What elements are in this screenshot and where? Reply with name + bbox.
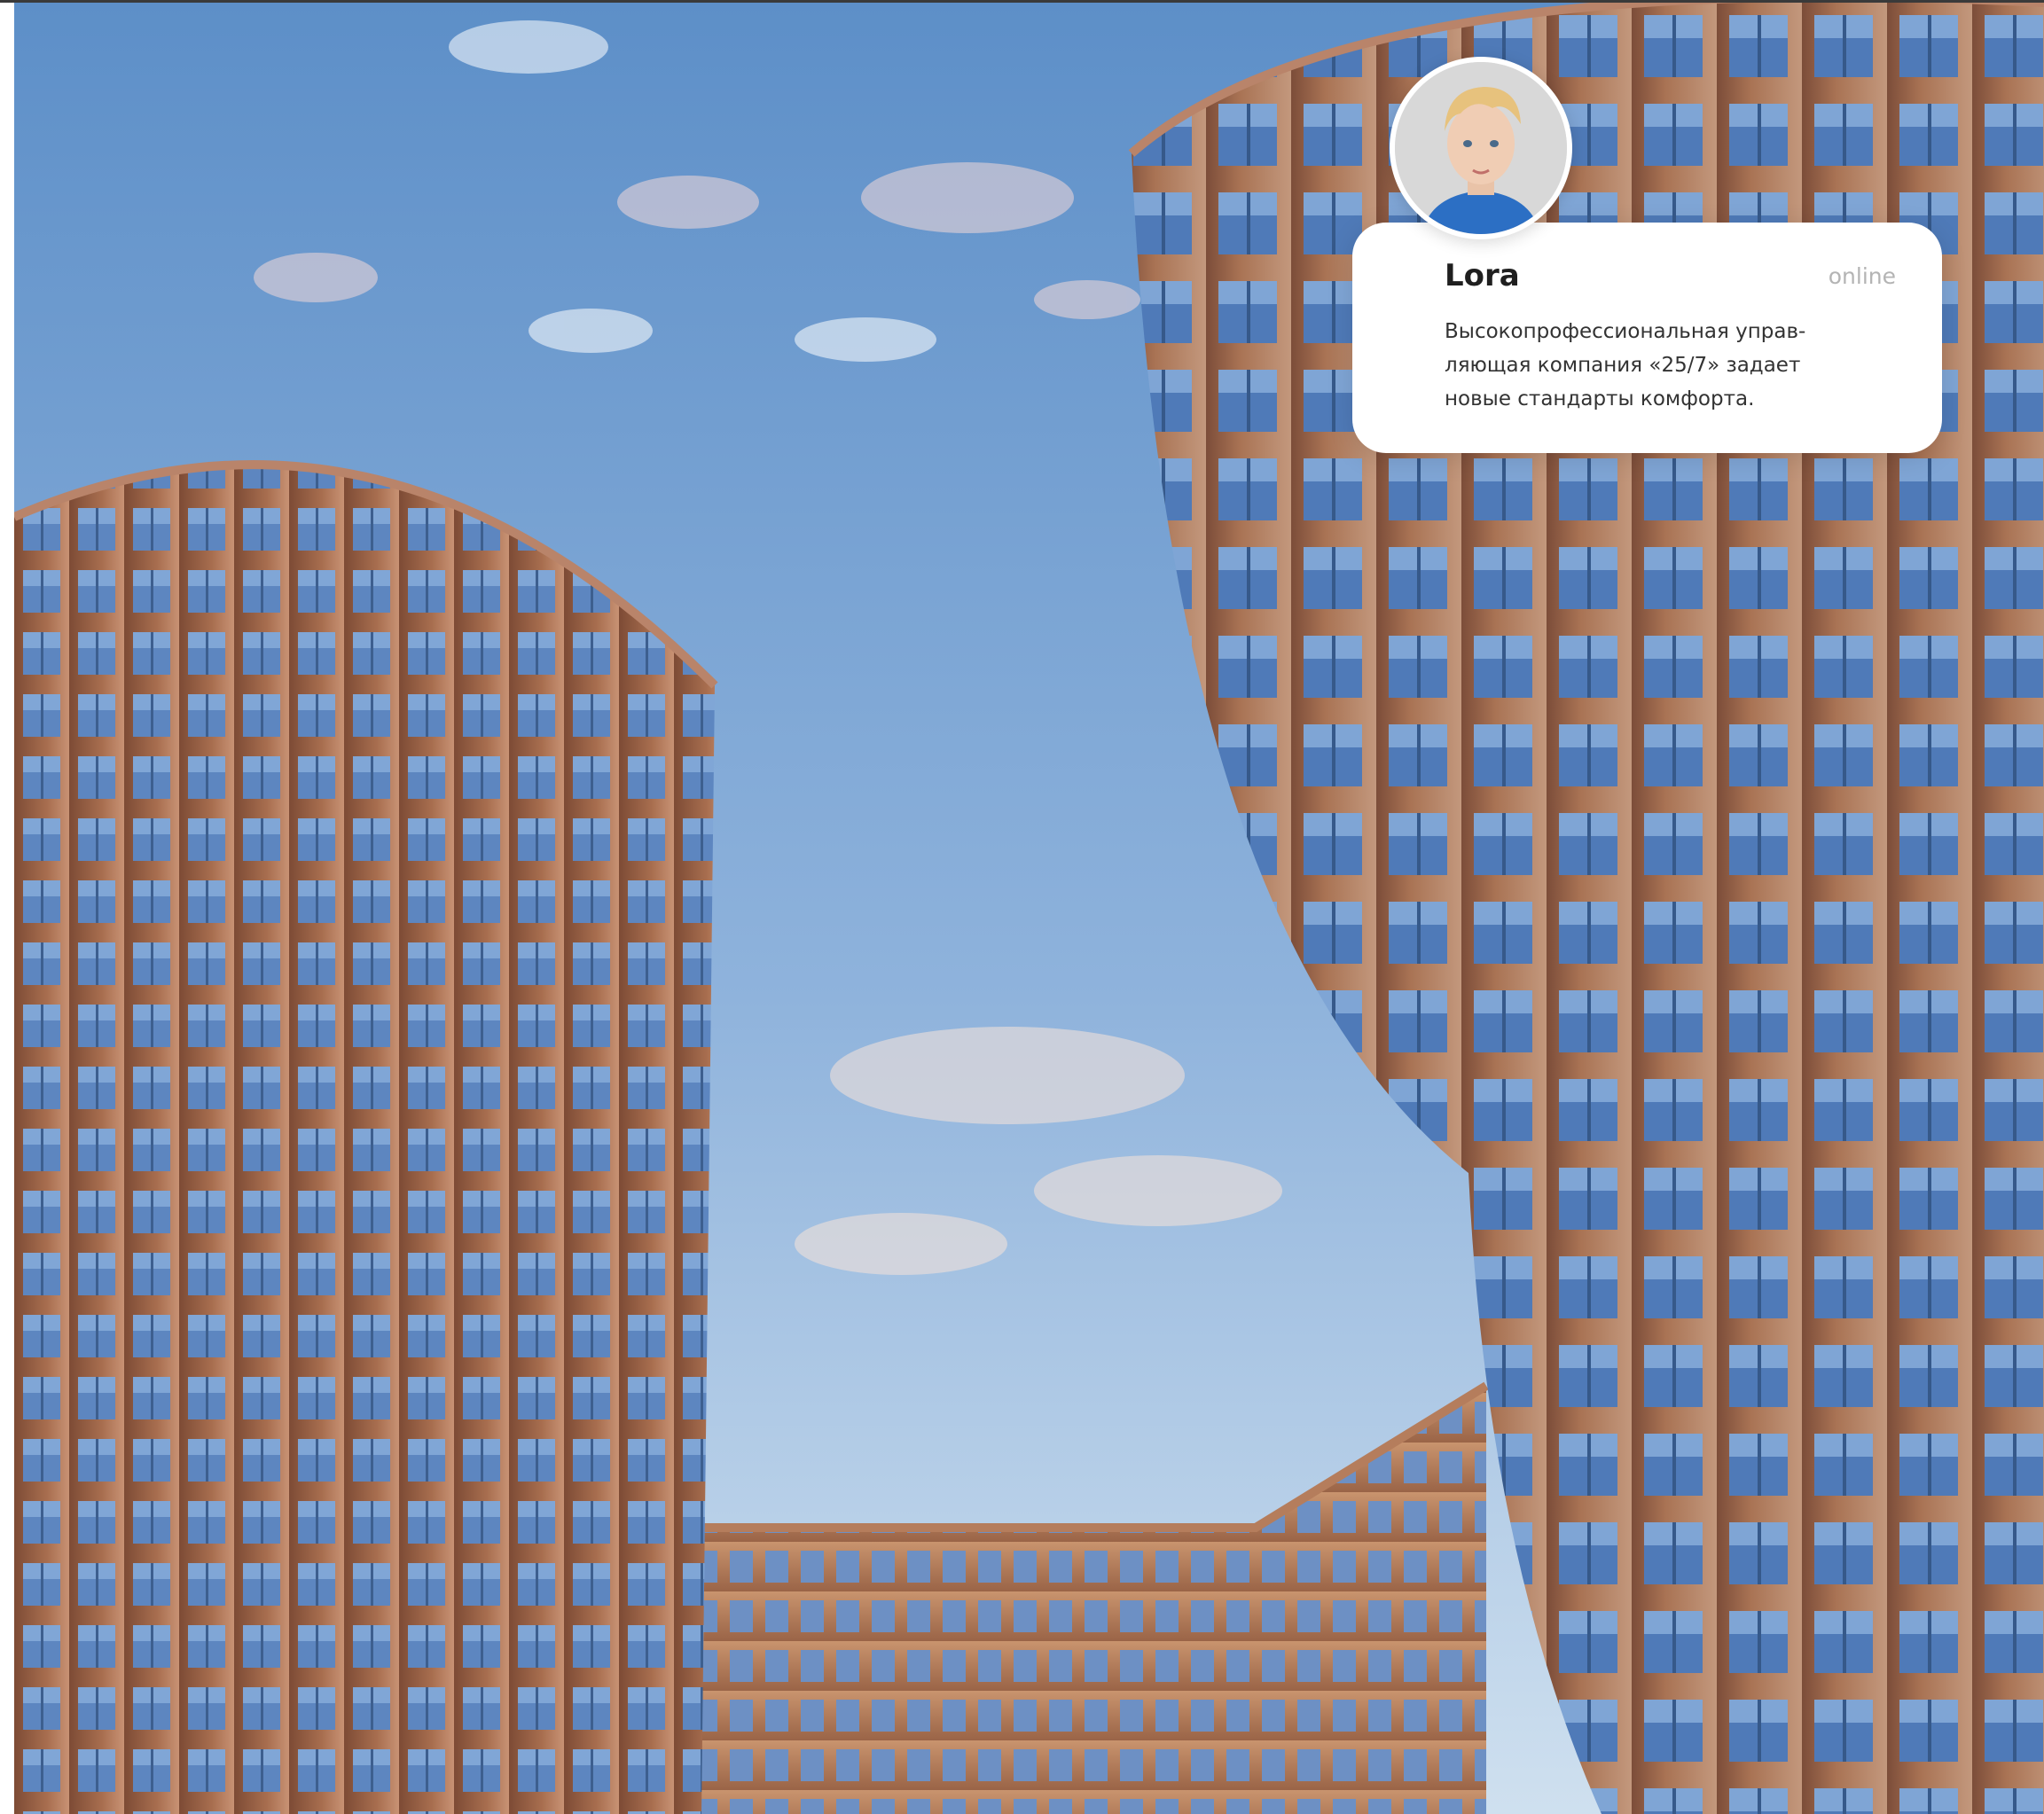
online-status: online [1828,263,1896,289]
page: Lora online Высокопрофессиональная управ… [0,0,2044,1814]
chat-message: Высокопрофессиональная управ- ляющая ком… [1445,320,1806,410]
chat-card: Lora online Высокопрофессиональная управ… [1352,223,1942,453]
avatar [1390,57,1572,239]
assistant-name: Lora [1445,258,1520,293]
